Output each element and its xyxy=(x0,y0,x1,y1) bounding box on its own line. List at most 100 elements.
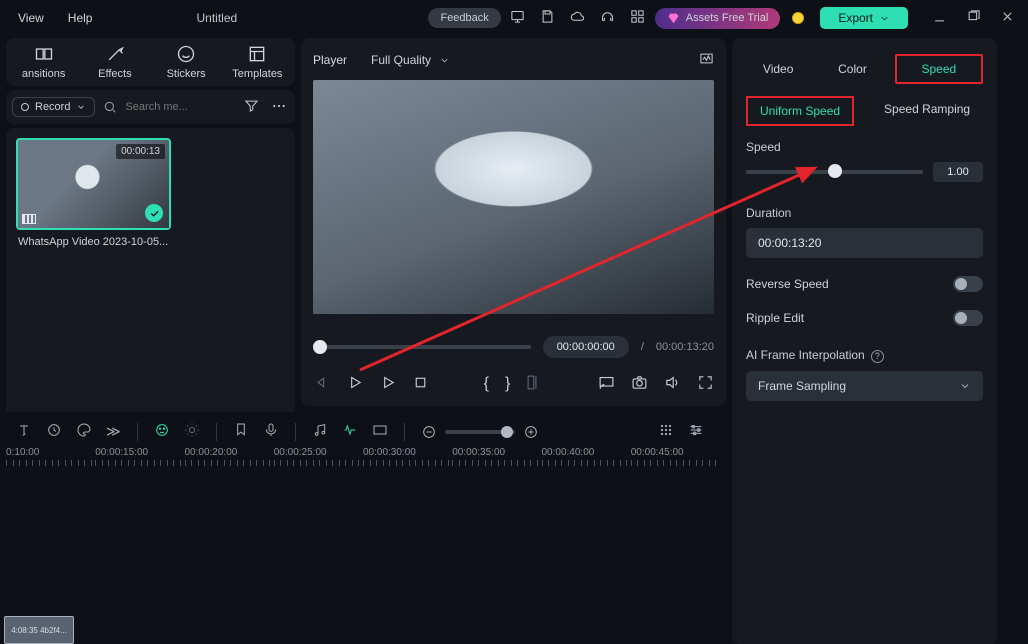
export-button[interactable]: Export xyxy=(820,7,908,29)
mark-out-button[interactable]: } xyxy=(505,375,510,393)
reverse-speed-label: Reverse Speed xyxy=(746,277,829,291)
zoom-slider[interactable] xyxy=(445,430,515,434)
grid-icon[interactable] xyxy=(658,422,674,441)
volume-icon[interactable] xyxy=(664,374,681,394)
diamond-icon xyxy=(667,12,680,25)
more-tools-button[interactable]: ≫ xyxy=(106,423,121,440)
ruler-mark: 00:00:20:00 xyxy=(185,447,274,458)
ruler-mark: 00:00:40:00 xyxy=(542,447,631,458)
timeline-zoom[interactable] xyxy=(421,424,539,440)
sun-icon[interactable] xyxy=(184,422,200,441)
center-column: Player Full Quality 00:00:00:00 / 00:00:… xyxy=(301,36,726,644)
record-dot-icon xyxy=(21,103,29,111)
play-forward-button[interactable] xyxy=(379,374,396,394)
save-icon[interactable] xyxy=(535,9,561,27)
snapshot-icon[interactable] xyxy=(631,374,648,394)
timeline-clip[interactable]: 4:08:35 4b2f4... xyxy=(4,616,74,644)
timecode-current[interactable]: 00:00:00:00 xyxy=(543,336,629,358)
assets-label: Assets Free Trial xyxy=(686,12,769,24)
mic-icon[interactable] xyxy=(263,422,279,441)
interpolation-dropdown[interactable]: Frame Sampling xyxy=(746,371,983,401)
ripple-edit-row: Ripple Edit xyxy=(746,310,983,326)
palette-icon[interactable] xyxy=(76,422,92,441)
tab-templates-label: Templates xyxy=(232,68,282,80)
record-button[interactable]: Record xyxy=(12,97,95,117)
timeline-panel: ≫ xyxy=(0,412,720,644)
maximize-button[interactable] xyxy=(960,9,986,27)
text-tool-icon[interactable] xyxy=(16,422,32,441)
ripple-edit-toggle[interactable] xyxy=(953,310,983,326)
ruler-mark: 00:00:15:00 xyxy=(95,447,184,458)
ai-face-icon[interactable] xyxy=(154,422,170,441)
tab-effects[interactable]: Effects xyxy=(79,44,150,80)
thumbnail-image: 00:00:13 xyxy=(18,140,169,228)
filter-icon[interactable] xyxy=(241,98,261,116)
tab-effects-label: Effects xyxy=(98,68,131,80)
ruler-mark: 00:00:35:00 xyxy=(452,447,541,458)
scrubber-knob[interactable] xyxy=(313,340,327,354)
cloud-icon[interactable] xyxy=(565,9,591,27)
tab-transitions-label: ansitions xyxy=(22,68,65,80)
search-box[interactable] xyxy=(103,100,233,114)
settings-icon[interactable] xyxy=(688,422,704,441)
speed-value[interactable]: 1.00 xyxy=(933,162,983,182)
speed-slider[interactable] xyxy=(746,170,923,174)
tab-transitions[interactable]: ansitions xyxy=(8,44,79,80)
search-input[interactable] xyxy=(123,100,203,114)
menu-view[interactable]: View xyxy=(8,11,54,25)
aspect-icon[interactable] xyxy=(372,422,388,441)
feedback-button[interactable]: Feedback xyxy=(428,8,500,28)
player-label: Player xyxy=(313,53,347,67)
headphones-icon[interactable] xyxy=(595,9,621,27)
audio-ai-icon[interactable] xyxy=(342,422,358,441)
thumbnail-duration: 00:00:13 xyxy=(116,144,165,159)
more-icon[interactable] xyxy=(269,98,289,117)
speed-knob[interactable] xyxy=(828,164,842,178)
ripple-edit-label: Ripple Edit xyxy=(746,311,804,325)
stop-button[interactable] xyxy=(412,374,429,394)
interpolation-value: Frame Sampling xyxy=(758,379,846,393)
prev-frame-button[interactable] xyxy=(313,374,330,394)
reverse-speed-toggle[interactable] xyxy=(953,276,983,292)
player-panel: Player Full Quality 00:00:00:00 / 00:00:… xyxy=(301,38,726,406)
music-icon[interactable] xyxy=(312,422,328,441)
play-button[interactable] xyxy=(346,374,363,394)
compare-icon[interactable] xyxy=(526,374,543,394)
timeline-ruler[interactable]: 0:10:0000:00:15:0000:00:20:0000:00:25:00… xyxy=(0,447,720,477)
tab-stickers[interactable]: Stickers xyxy=(151,44,222,80)
duration-field[interactable]: 00:00:13:20 xyxy=(746,228,983,258)
quality-dropdown[interactable]: Full Quality xyxy=(371,53,450,67)
tab-color[interactable]: Color xyxy=(820,62,884,76)
record-label: Record xyxy=(35,101,70,113)
coin-icon[interactable] xyxy=(792,12,804,24)
assets-free-trial-button[interactable]: Assets Free Trial xyxy=(655,8,781,29)
marker-icon[interactable] xyxy=(233,422,249,441)
speed-label: Speed xyxy=(746,140,983,154)
cast-icon[interactable] xyxy=(598,374,615,394)
tab-speed[interactable]: Speed xyxy=(895,54,983,84)
monitor-icon[interactable] xyxy=(505,9,531,27)
zoom-knob[interactable] xyxy=(501,426,513,438)
subtab-speed-ramping[interactable]: Speed Ramping xyxy=(872,96,982,126)
preview-video[interactable] xyxy=(313,80,714,314)
tab-video[interactable]: Video xyxy=(746,62,810,76)
ruler-mark: 00:00:30:00 xyxy=(363,447,452,458)
zoom-in-icon[interactable] xyxy=(523,424,539,440)
zoom-out-icon[interactable] xyxy=(421,424,437,440)
subtab-uniform-speed[interactable]: Uniform Speed xyxy=(746,96,854,126)
media-thumbnail[interactable]: 00:00:13 xyxy=(16,138,171,230)
tab-templates[interactable]: Templates xyxy=(222,44,293,80)
apps-icon[interactable] xyxy=(625,9,651,27)
scrubber-track[interactable] xyxy=(313,345,531,349)
waveform-icon[interactable] xyxy=(699,51,714,69)
fullscreen-icon[interactable] xyxy=(697,374,714,394)
prop-tabs: Video Color Speed xyxy=(746,48,983,90)
project-title: Untitled xyxy=(196,11,237,25)
close-button[interactable] xyxy=(994,9,1020,27)
timecode-sep: / xyxy=(641,341,644,353)
help-icon[interactable]: ? xyxy=(871,350,884,363)
mark-in-button[interactable]: { xyxy=(484,375,489,393)
minimize-button[interactable] xyxy=(926,9,952,27)
menu-help[interactable]: Help xyxy=(58,11,103,25)
history-icon[interactable] xyxy=(46,422,62,441)
